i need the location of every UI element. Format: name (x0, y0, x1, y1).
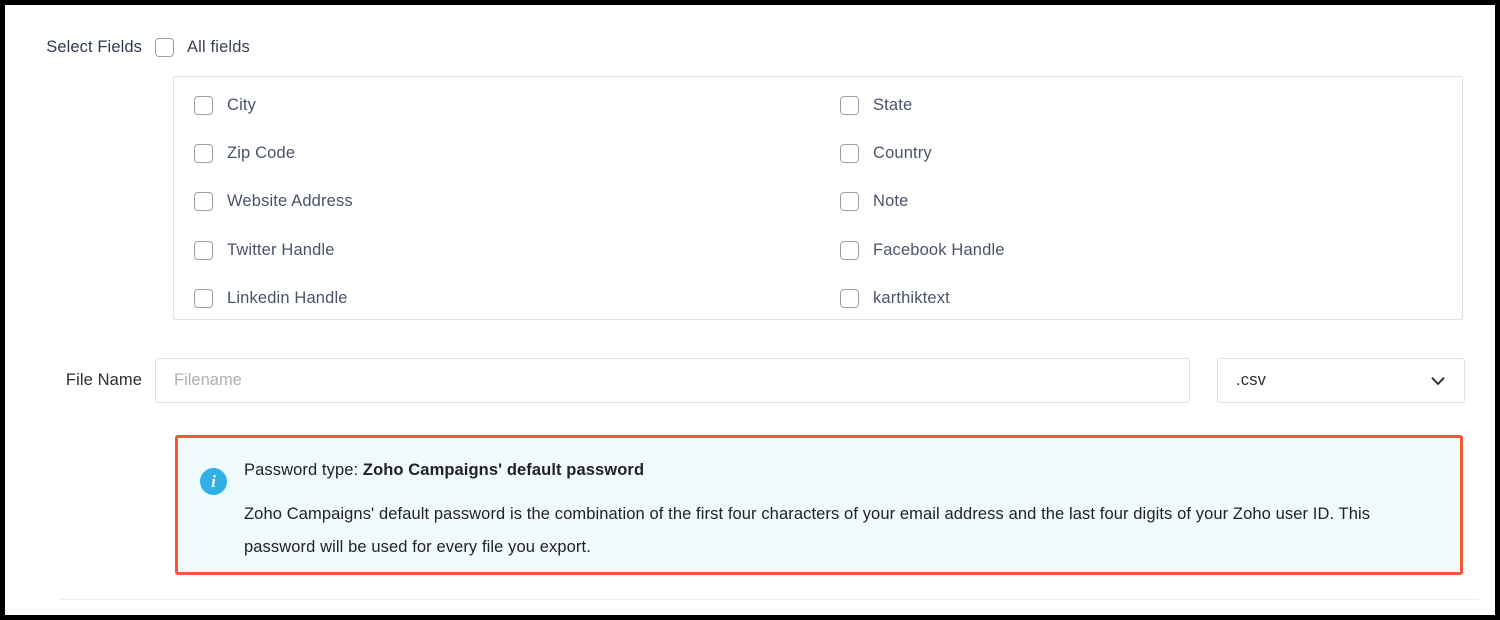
file-name-row: File Name .csv (5, 358, 1495, 403)
field-label-city[interactable]: City (227, 96, 256, 115)
file-name-label: File Name (65, 371, 142, 389)
field-checkbox-karthiktext[interactable]: karthiktext (818, 289, 1462, 309)
fields-grid: City State Zip Code Country Website Addr… (174, 77, 1462, 319)
field-checkbox-state[interactable]: State (818, 95, 1462, 115)
screenshot-frame: Select Fields All fields City State Zip … (0, 0, 1500, 620)
field-label-karthiktext[interactable]: karthiktext (873, 289, 950, 308)
checkbox-website-address[interactable] (194, 192, 213, 212)
checkbox-facebook-handle[interactable] (840, 240, 859, 260)
file-name-input[interactable] (155, 358, 1190, 403)
all-fields-label[interactable]: All fields (187, 38, 250, 57)
all-fields-checkbox-group[interactable]: All fields (155, 37, 250, 57)
field-checkbox-facebook-handle[interactable]: Facebook Handle (818, 240, 1462, 260)
field-label-state[interactable]: State (873, 96, 912, 115)
field-label-facebook-handle[interactable]: Facebook Handle (873, 241, 1005, 260)
field-label-linkedin-handle[interactable]: Linkedin Handle (227, 289, 348, 308)
field-label-zip-code[interactable]: Zip Code (227, 144, 295, 163)
field-label-note[interactable]: Note (873, 192, 908, 211)
footer-divider (59, 599, 1479, 600)
info-box-title: Password type: Zoho Campaigns' default p… (244, 461, 1438, 480)
field-checkbox-note[interactable]: Note (818, 192, 1462, 212)
info-box-title-strong: Zoho Campaigns' default password (362, 461, 645, 479)
select-fields-row: Select Fields All fields (5, 27, 1495, 67)
password-type-info-box: i Password type: Zoho Campaigns' default… (175, 435, 1463, 575)
all-fields-checkbox[interactable] (155, 37, 174, 57)
checkbox-twitter-handle[interactable] (194, 240, 213, 260)
field-checkbox-country[interactable]: Country (818, 144, 1462, 164)
select-fields-label: Select Fields (46, 37, 142, 56)
checkbox-state[interactable] (840, 95, 859, 115)
field-checkbox-website-address[interactable]: Website Address (174, 192, 818, 212)
checkbox-country[interactable] (840, 144, 859, 164)
field-checkbox-zip-code[interactable]: Zip Code (174, 144, 818, 164)
field-checkbox-twitter-handle[interactable]: Twitter Handle (174, 240, 818, 260)
field-label-country[interactable]: Country (873, 144, 932, 163)
info-box-body: Zoho Campaigns' default password is the … (244, 505, 1371, 556)
chevron-down-icon[interactable] (1428, 371, 1448, 391)
checkbox-note[interactable] (840, 192, 859, 212)
field-label-twitter-handle[interactable]: Twitter Handle (227, 241, 335, 260)
checkbox-linkedin-handle[interactable] (194, 289, 213, 309)
checkbox-karthiktext[interactable] (840, 289, 859, 309)
field-label-website-address[interactable]: Website Address (227, 192, 353, 211)
info-box-content: Password type: Zoho Campaigns' default p… (244, 456, 1438, 572)
fields-panel: City State Zip Code Country Website Addr… (173, 76, 1463, 320)
field-checkbox-linkedin-handle[interactable]: Linkedin Handle (174, 289, 818, 309)
export-settings-panel: Select Fields All fields City State Zip … (5, 5, 1495, 615)
file-extension-value: .csv (1236, 371, 1267, 389)
info-circle-icon: i (200, 468, 227, 495)
checkbox-zip-code[interactable] (194, 144, 213, 164)
field-checkbox-city[interactable]: City (174, 95, 818, 115)
info-box-title-prefix: Password type: (244, 461, 363, 479)
checkbox-city[interactable] (194, 95, 213, 115)
file-extension-select[interactable]: .csv (1217, 358, 1465, 403)
